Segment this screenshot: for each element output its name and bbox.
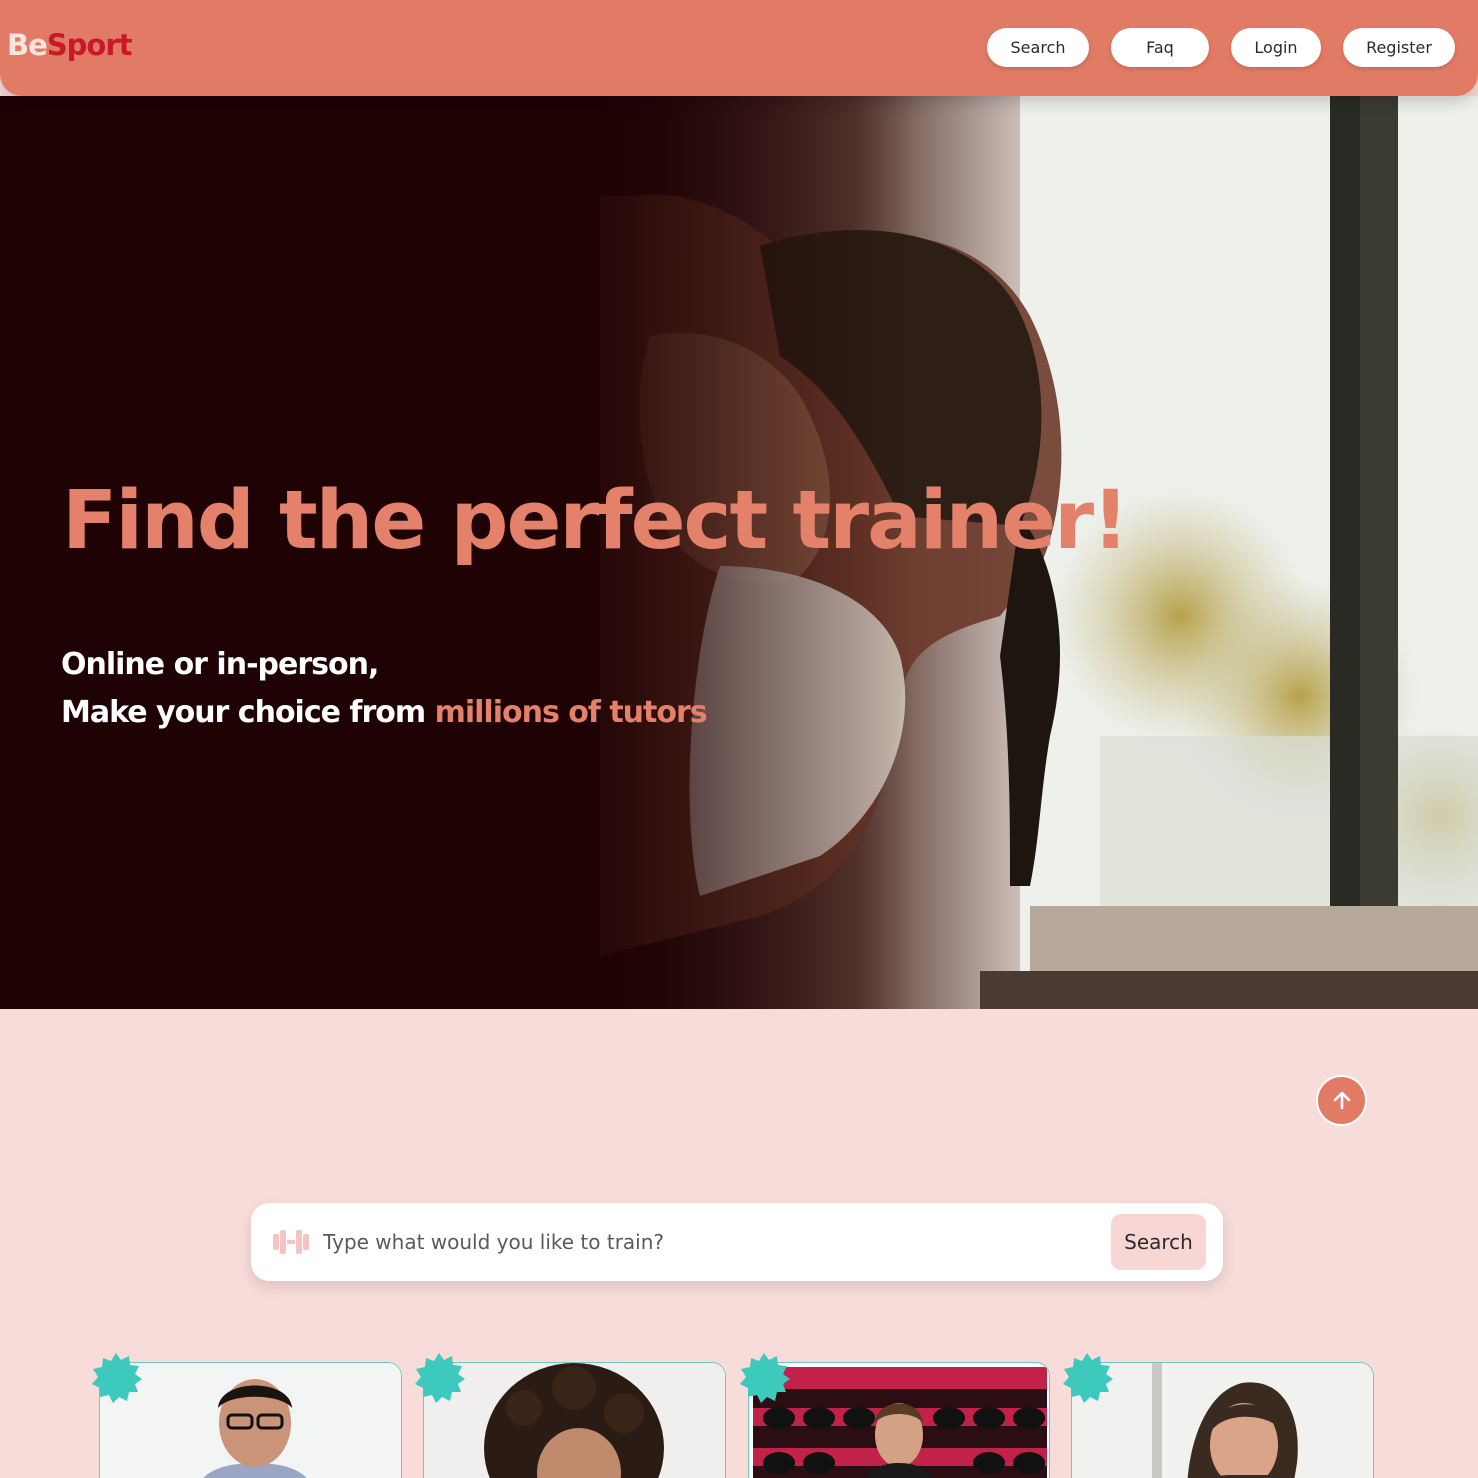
trainer-card-1[interactable] <box>99 1362 402 1478</box>
top-navbar: BeSport Search Faq Login Register <box>0 0 1478 96</box>
hero-subtitle-line2: Make your choice from <box>61 695 435 730</box>
star-badge-icon <box>1061 1351 1113 1403</box>
search-submit-button[interactable]: Search <box>1111 1214 1206 1270</box>
star-badge-icon <box>738 1351 790 1403</box>
trainer-card-2[interactable] <box>423 1362 726 1478</box>
train-search-bar: Search <box>251 1203 1223 1281</box>
trainer-photo <box>100 1363 401 1478</box>
star-badge-icon <box>90 1351 142 1403</box>
nav-faq-button[interactable]: Faq <box>1111 28 1209 67</box>
logo-be-text: Be <box>7 28 48 62</box>
logo-sport-text: Sport <box>46 28 133 62</box>
nav-register-button[interactable]: Register <box>1343 28 1455 67</box>
hero-subtitle-accent: millions of tutors <box>434 695 708 730</box>
star-badge-icon <box>413 1351 465 1403</box>
dumbbell-icon <box>271 1227 311 1257</box>
nav-login-button[interactable]: Login <box>1231 28 1321 67</box>
hero-subtitle: Online or in-person, Make your choice fr… <box>61 641 708 737</box>
trainer-photo <box>424 1363 725 1478</box>
nav-search-button[interactable]: Search <box>987 28 1089 67</box>
hero-title: Find the perfect trainer! <box>62 474 1129 568</box>
trainer-photo <box>753 1367 1047 1478</box>
hero-subtitle-line1: Online or in-person, <box>61 647 379 682</box>
trainer-card-3[interactable] <box>748 1362 1050 1478</box>
train-search-input[interactable] <box>323 1223 1093 1261</box>
trainer-photo <box>1072 1363 1373 1478</box>
besport-logo[interactable]: BeSport <box>7 28 133 62</box>
hero-section: Find the perfect trainer! Online or in-p… <box>0 96 1478 1009</box>
arrow-up-icon <box>1333 1091 1350 1109</box>
scroll-to-top-button[interactable] <box>1316 1075 1367 1126</box>
trainer-card-4[interactable] <box>1071 1362 1374 1478</box>
